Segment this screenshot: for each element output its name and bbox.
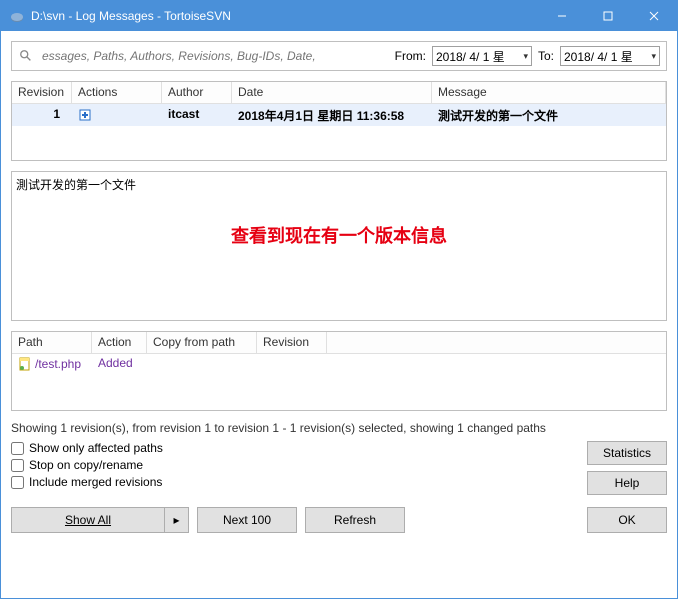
chevron-down-icon: ▾ <box>651 51 656 62</box>
maximize-button[interactable] <box>585 1 631 31</box>
chk-merged-box[interactable] <box>11 476 24 489</box>
col-path[interactable]: Path <box>12 332 92 353</box>
chk-stop[interactable]: Stop on copy/rename <box>11 458 579 472</box>
footer: Show All ▸ Next 100 Refresh OK <box>11 507 667 533</box>
cell-action: Added <box>92 354 147 374</box>
filter-input[interactable] <box>40 47 389 65</box>
message-box[interactable]: 測试开发的第一个文件 查看到现在有一个版本信息 <box>11 171 667 321</box>
cell-actions <box>72 104 162 126</box>
cell-message: 測试开发的第一个文件 <box>432 104 666 126</box>
revision-list-header: Revision Actions Author Date Message <box>12 82 666 104</box>
col-revision[interactable]: Revision <box>12 82 72 103</box>
help-button[interactable]: Help <box>587 471 667 495</box>
show-all-button[interactable]: Show All <box>12 508 164 532</box>
to-date-value: 2018/ 4/ 1 星 <box>564 48 633 65</box>
statistics-button[interactable]: Statistics <box>587 441 667 465</box>
cell-date: 2018年4月1日 星期日 11:36:58 <box>232 104 432 126</box>
chevron-down-icon: ▾ <box>523 51 528 62</box>
ok-button[interactable]: OK <box>587 507 667 533</box>
chk-affected[interactable]: Show only affected paths <box>11 441 579 455</box>
content: From: 2018/ 4/ 1 星 ▾ To: 2018/ 4/ 1 星 ▾ Re… <box>1 31 677 598</box>
options-row: Show only affected paths Stop on copy/re… <box>11 441 667 495</box>
col-action[interactable]: Action <box>92 332 147 353</box>
cell-copy <box>147 354 257 374</box>
col-copy[interactable]: Copy from path <box>147 332 257 353</box>
window-title: D:\svn - Log Messages - TortoiseSVN <box>31 9 539 23</box>
chk-stop-box[interactable] <box>11 459 24 472</box>
minimize-button[interactable] <box>539 1 585 31</box>
col-author[interactable]: Author <box>162 82 232 103</box>
filter-bar: From: 2018/ 4/ 1 星 ▾ To: 2018/ 4/ 1 星 ▾ <box>11 41 667 71</box>
col-actions[interactable]: Actions <box>72 82 162 103</box>
path-list-header: Path Action Copy from path Revision <box>12 332 666 354</box>
close-button[interactable] <box>631 1 677 31</box>
refresh-button[interactable]: Refresh <box>305 507 405 533</box>
from-label: From: <box>395 49 426 63</box>
right-buttons: Statistics Help <box>587 441 667 495</box>
titlebar: D:\svn - Log Messages - TortoiseSVN <box>1 1 677 31</box>
checkbox-group: Show only affected paths Stop on copy/re… <box>11 441 579 495</box>
window-buttons <box>539 1 677 31</box>
cell-path: /test.php <box>12 354 92 374</box>
next-100-button[interactable]: Next 100 <box>197 507 297 533</box>
cell-author: itcast <box>162 104 232 126</box>
chk-affected-label: Show only affected paths <box>29 441 163 455</box>
show-all-split-button: Show All ▸ <box>11 507 189 533</box>
show-all-dropdown[interactable]: ▸ <box>164 508 188 532</box>
to-date-picker[interactable]: 2018/ 4/ 1 星 ▾ <box>560 46 660 66</box>
to-label: To: <box>538 49 554 63</box>
add-icon <box>78 108 92 122</box>
chk-stop-label: Stop on copy/rename <box>29 458 143 472</box>
revision-list[interactable]: Revision Actions Author Date Message 1 i… <box>11 81 667 161</box>
annotation-overlay: 查看到现在有一个版本信息 <box>231 222 447 248</box>
col-message[interactable]: Message <box>432 82 666 103</box>
from-date-picker[interactable]: 2018/ 4/ 1 星 ▾ <box>432 46 532 66</box>
path-row[interactable]: /test.php Added <box>12 354 666 374</box>
cell-rev2 <box>257 354 327 374</box>
window: D:\svn - Log Messages - TortoiseSVN From… <box>0 0 678 599</box>
col-revision2[interactable]: Revision <box>257 332 327 353</box>
revision-row[interactable]: 1 itcast 2018年4月1日 星期日 11:36:58 測试开发的第一个… <box>12 104 666 126</box>
status-text: Showing 1 revision(s), from revision 1 t… <box>11 421 667 435</box>
chk-affected-box[interactable] <box>11 442 24 455</box>
file-icon <box>18 357 32 371</box>
message-text: 測试开发的第一个文件 <box>16 178 136 192</box>
path-list[interactable]: Path Action Copy from path Revision /tes… <box>11 331 667 411</box>
chk-merged-label: Include merged revisions <box>29 475 162 489</box>
app-icon <box>9 8 25 24</box>
search-icon <box>18 48 34 64</box>
from-date-value: 2018/ 4/ 1 星 <box>436 48 505 65</box>
cell-revision: 1 <box>12 104 72 126</box>
chk-merged[interactable]: Include merged revisions <box>11 475 579 489</box>
path-text: /test.php <box>35 357 81 371</box>
col-date[interactable]: Date <box>232 82 432 103</box>
